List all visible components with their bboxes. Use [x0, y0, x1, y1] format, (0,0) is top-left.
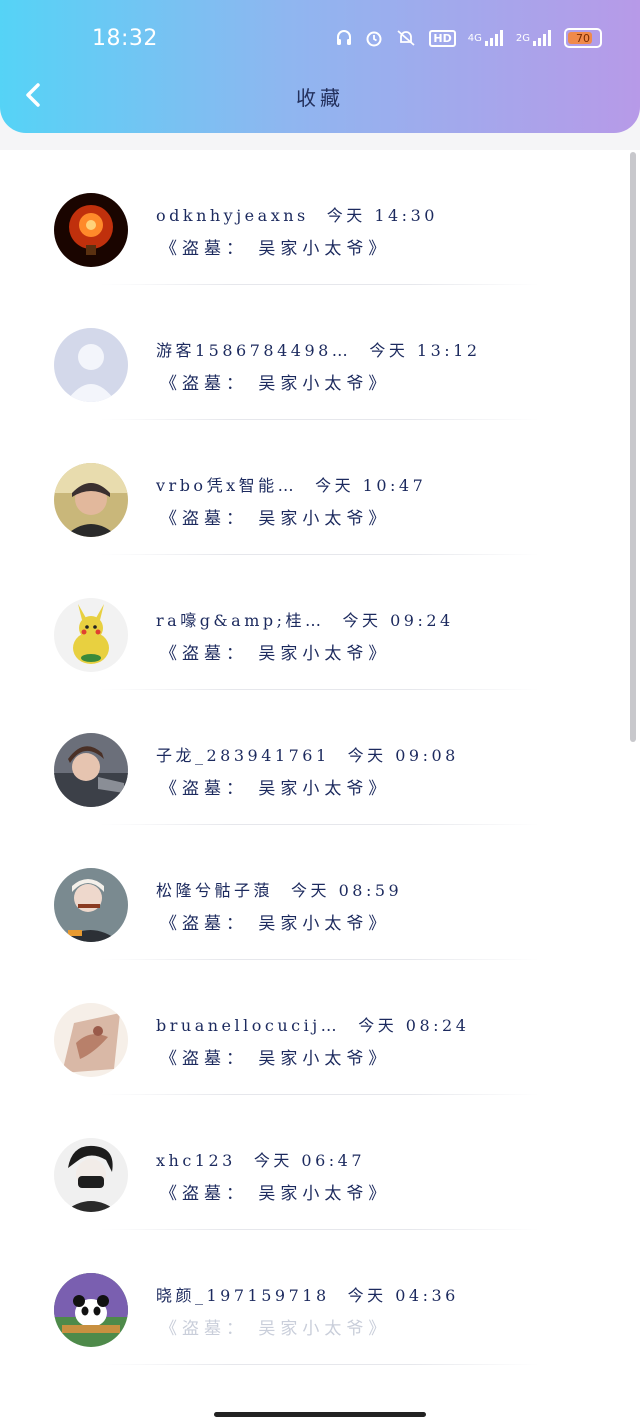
- book-title[interactable]: 《盗墓： 吴家小太爷》: [160, 774, 390, 799]
- book-title[interactable]: 《盗墓： 吴家小太爷》: [160, 909, 390, 934]
- painting-avatar[interactable]: [54, 1003, 128, 1077]
- user-line: 游客1586784498… 今天 13:12: [156, 337, 481, 361]
- list-item[interactable]: bruanellocucij… 今天 08:24 《盗墓： 吴家小太爷》: [0, 960, 640, 1095]
- favorite-date: 今天 08:24: [358, 1016, 470, 1035]
- list-item[interactable]: 游客1586784498… 今天 13:12 《盗墓： 吴家小太爷》: [0, 285, 640, 420]
- favorite-date: 今天 04:36: [347, 1286, 459, 1305]
- scrollbar[interactable]: [630, 152, 636, 742]
- default-user-avatar[interactable]: [54, 328, 128, 402]
- status-bar: 18:32 HD 4G 2G 70: [0, 0, 640, 80]
- user-name: 游客1586784498…: [156, 341, 352, 360]
- user-line: bruanellocucij… 今天 08:24: [156, 1012, 469, 1036]
- pikachu-avatar[interactable]: [54, 598, 128, 672]
- page-title: 收藏: [296, 86, 344, 110]
- battery-icon: 70: [564, 28, 602, 48]
- panda-avatar[interactable]: [54, 1273, 128, 1347]
- user-name: vrbo凭x智能…: [156, 476, 298, 495]
- favorite-date: 今天 06:47: [253, 1151, 366, 1170]
- user-line: odknhyjeaxns 今天 14:30: [156, 202, 438, 226]
- divider: [100, 1364, 540, 1365]
- book-title[interactable]: 《盗墓： 吴家小太爷》: [160, 1044, 390, 1069]
- user-line: vrbo凭x智能… 今天 10:47: [156, 472, 426, 496]
- person-avatar[interactable]: [54, 463, 128, 537]
- favorite-date: 今天 09:24: [342, 611, 454, 630]
- user-name: xhc123: [156, 1151, 236, 1170]
- user-name: odknhyjeaxns: [156, 206, 309, 225]
- user-name: 子龙_283941761: [156, 746, 330, 765]
- user-line: 松隆兮骷子蒗 今天 08:59: [156, 877, 402, 901]
- user-line: 晓颜_197159718 今天 04:36: [156, 1282, 459, 1306]
- mask-boy-avatar[interactable]: [54, 1138, 128, 1212]
- user-line: xhc123 今天 06:47: [156, 1147, 365, 1171]
- anime-boy-avatar[interactable]: [54, 733, 128, 807]
- status-time: 18:32: [92, 26, 158, 51]
- book-title[interactable]: 《盗墓： 吴家小太爷》: [160, 1179, 390, 1204]
- favorites-list[interactable]: odknhyjeaxns 今天 14:30 《盗墓： 吴家小太爷》 游客1586784…: [0, 150, 640, 1422]
- alarm-icon: [365, 29, 383, 47]
- list-item[interactable]: vrbo凭x智能… 今天 10:47 《盗墓： 吴家小太爷》: [0, 420, 640, 555]
- battery-level: 70: [576, 31, 590, 45]
- favorite-date: 今天 10:47: [315, 476, 427, 495]
- user-line: ra嚎g&amp;桂… 今天 09:24: [156, 607, 454, 631]
- home-indicator[interactable]: [214, 1412, 426, 1417]
- favorite-date: 今天 13:12: [369, 341, 481, 360]
- book-title[interactable]: 《盗墓： 吴家小太爷》: [160, 504, 390, 529]
- list-item[interactable]: 子龙_283941761 今天 09:08 《盗墓： 吴家小太爷》: [0, 690, 640, 825]
- signal-4g-icon: 4G: [468, 30, 504, 46]
- net-label-1: 4G: [467, 32, 482, 44]
- favorite-date: 今天 14:30: [326, 206, 438, 225]
- list-item[interactable]: 松隆兮骷子蒗 今天 08:59 《盗墓： 吴家小太爷》: [0, 825, 640, 960]
- book-title[interactable]: 《盗墓： 吴家小太爷》: [160, 234, 390, 259]
- favorite-date: 今天 08:59: [291, 881, 403, 900]
- book-title[interactable]: 《盗墓： 吴家小太爷》: [160, 1314, 390, 1339]
- bulb-avatar[interactable]: [54, 193, 128, 267]
- user-name: 晓颜_197159718: [156, 1286, 330, 1305]
- mute-bell-icon: [395, 29, 417, 47]
- book-title[interactable]: 《盗墓： 吴家小太爷》: [160, 369, 390, 394]
- user-line: 子龙_283941761 今天 09:08: [156, 742, 459, 766]
- list-item[interactable]: 晓颜_197159718 今天 04:36 《盗墓： 吴家小太爷》: [0, 1230, 640, 1365]
- header-bar: 18:32 HD 4G 2G 70 收藏: [0, 0, 640, 133]
- status-icons: HD 4G 2G 70: [335, 28, 602, 48]
- list-item[interactable]: xhc123 今天 06:47 《盗墓： 吴家小太爷》: [0, 1095, 640, 1230]
- headphone-icon: [335, 29, 353, 47]
- user-name: ra嚎g&amp;桂…: [156, 611, 325, 630]
- user-name: bruanellocucij…: [156, 1016, 341, 1035]
- selfie-avatar[interactable]: [54, 868, 128, 942]
- net-label-2: 2G: [515, 32, 530, 44]
- signal-2g-icon: 2G: [516, 30, 552, 46]
- book-title[interactable]: 《盗墓： 吴家小太爷》: [160, 639, 390, 664]
- user-name: 松隆兮骷子蒗: [156, 881, 274, 900]
- list-item[interactable]: odknhyjeaxns 今天 14:30 《盗墓： 吴家小太爷》: [0, 150, 640, 285]
- list-item[interactable]: ra嚎g&amp;桂… 今天 09:24 《盗墓： 吴家小太爷》: [0, 555, 640, 690]
- favorite-date: 今天 09:08: [347, 746, 459, 765]
- hd-badge: HD: [429, 29, 456, 47]
